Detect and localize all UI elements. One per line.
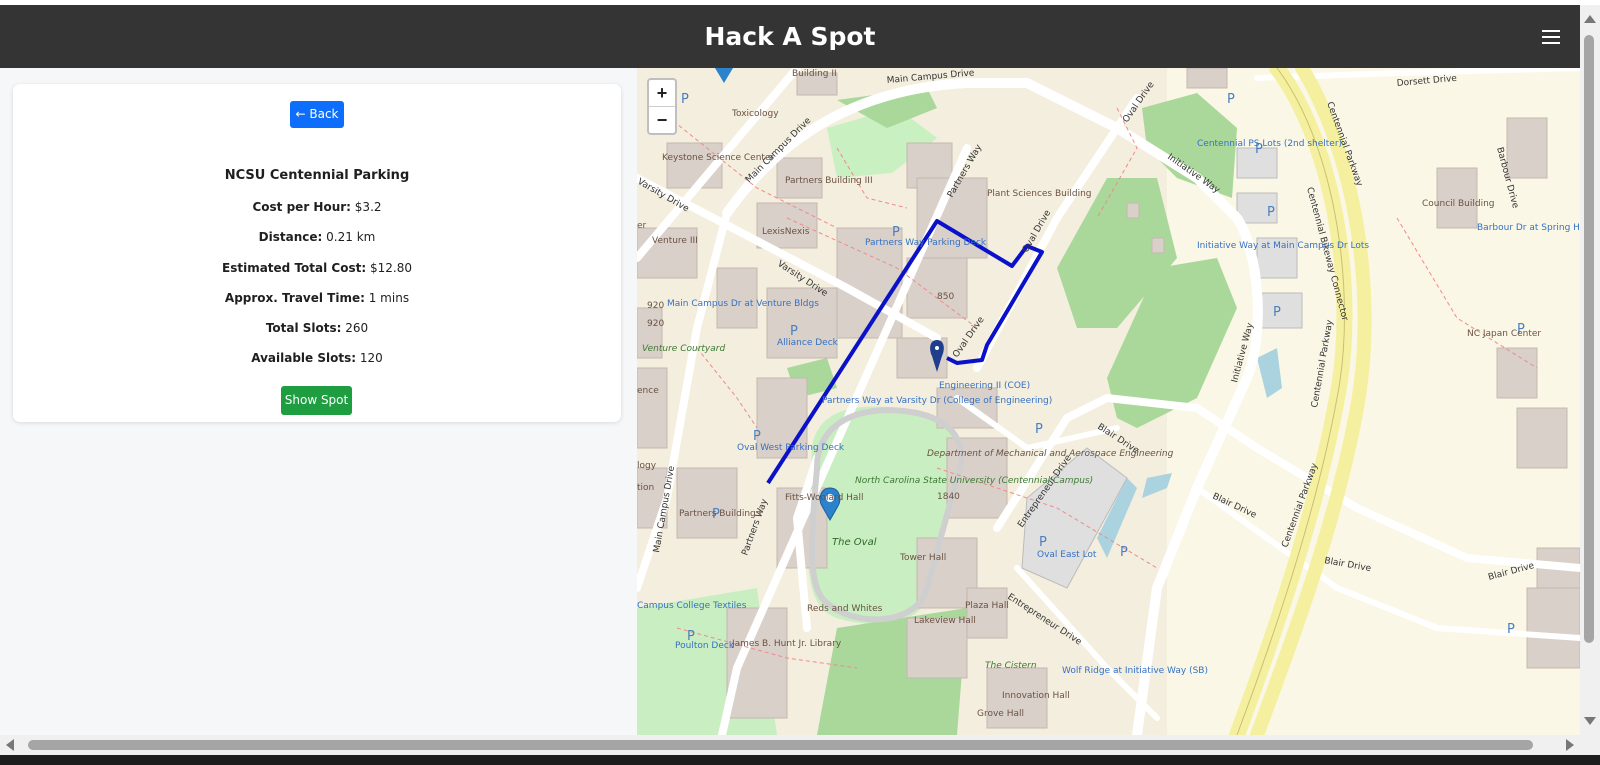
map-label: Partners Way at Varsity Dr (College of E… — [822, 396, 1052, 406]
map-label: Poulton Deck — [675, 641, 735, 651]
parking-details-card: ← Back NCSU Centennial Parking Cost per … — [13, 84, 621, 422]
total-slots-label: Total Slots: — [265, 321, 342, 335]
map-label: James B. Hunt Jr. Library — [731, 639, 842, 649]
distance-label: Distance: — [258, 230, 323, 244]
distance-value: 0.21 km — [326, 230, 376, 244]
map-label: Partners Building I — [679, 509, 761, 519]
map-label: Fitts-Woolard Hall — [785, 493, 863, 503]
horizontal-scrollbar[interactable] — [0, 735, 1580, 755]
horizontal-scroll-thumb[interactable] — [28, 740, 1533, 750]
map-label: Main Campus Dr at Venture Bldgs — [667, 299, 819, 309]
map-label: Keystone Science Center — [662, 153, 774, 163]
scroll-up-arrow-icon[interactable] — [1584, 15, 1596, 23]
map-label: Innovation Hall — [1002, 691, 1070, 701]
back-button[interactable]: ← Back — [290, 101, 344, 128]
map-label: Campus College Textiles — [637, 601, 747, 611]
cost-per-hour-row: Cost per Hour: $3.2 — [13, 200, 621, 214]
map-label: 920 — [647, 319, 664, 329]
map-label: Partners Building III — [785, 176, 873, 186]
details-sidebar: ← Back NCSU Centennial Parking Cost per … — [0, 68, 637, 735]
travel-time-row: Approx. Travel Time: 1 mins — [13, 291, 621, 305]
scrollbar-corner — [1580, 735, 1600, 755]
parking-icon: P — [681, 92, 689, 107]
map-label: Partners Way Parking Deck — [865, 238, 987, 248]
map-label: ence — [637, 386, 659, 396]
map-label: Plaza Hall — [965, 601, 1009, 611]
available-slots-value: 120 — [359, 351, 383, 365]
estimated-total-cost-row: Estimated Total Cost: $12.80 — [13, 261, 621, 275]
map-label: Lakeview Hall — [914, 616, 976, 626]
vertical-scrollbar[interactable] — [1580, 5, 1600, 735]
hamburger-menu-icon[interactable] — [1542, 26, 1560, 46]
map-label: Wolf Ridge at Initiative Way (SB) — [1062, 666, 1208, 676]
parking-icon: P — [753, 429, 761, 444]
vertical-scroll-thumb[interactable] — [1584, 35, 1594, 643]
map-label: Venture Courtyard — [642, 344, 725, 354]
map-label: Department of Mechanical and Aerospace E… — [927, 449, 1174, 459]
parking-icon: P — [1273, 305, 1281, 320]
total-slots-value: 260 — [345, 321, 369, 335]
map-label: Centennial PS Lots (2nd shelter) — [1197, 139, 1342, 149]
estimated-total-cost-value: $12.80 — [369, 261, 412, 275]
show-spot-button[interactable]: Show Spot — [281, 386, 352, 415]
parking-name: NCSU Centennial Parking — [224, 168, 410, 183]
map-label: 920 — [647, 301, 664, 311]
taskbar — [0, 755, 1600, 765]
scroll-down-arrow-icon[interactable] — [1584, 717, 1596, 725]
map-label: Initiative Way at Main Campus Dr Lots — [1197, 241, 1369, 251]
map-label: Toxicology — [731, 109, 779, 119]
map-label: Building II — [792, 69, 837, 79]
map-view[interactable]: P P P P P P P P P P P P P P P P Main Cam… — [637, 68, 1580, 735]
parking-icon: P — [1120, 545, 1128, 560]
total-slots-row: Total Slots: 260 — [13, 321, 621, 335]
zoom-control: + − — [647, 78, 677, 135]
map-label: Council Building — [1422, 199, 1495, 209]
map-label: Barbour Dr at Spring Hill Lot — [1477, 223, 1580, 233]
parking-icon: P — [1039, 535, 1047, 550]
map-label: 1840 — [937, 492, 960, 502]
map-label: Engineering II (COE) — [939, 381, 1030, 391]
map-label: logy — [637, 461, 657, 471]
parking-icon: P — [1267, 205, 1275, 220]
map-label: LexisNexis — [762, 227, 810, 237]
map-label: The Oval — [832, 537, 877, 548]
scroll-left-arrow-icon[interactable] — [6, 739, 14, 751]
parking-icon: P — [1507, 622, 1515, 637]
map-label: Grove Hall — [977, 709, 1024, 719]
travel-time-value: 1 mins — [368, 291, 410, 305]
parking-icon: P — [790, 324, 798, 339]
scroll-right-arrow-icon[interactable] — [1566, 739, 1574, 751]
map-label: The Cistern — [985, 661, 1037, 671]
map-label: Alliance Deck — [777, 338, 839, 348]
map-label: Reds and Whites — [807, 604, 883, 614]
map-label: North Carolina State University (Centenn… — [855, 476, 1093, 486]
map-label: Venture III — [652, 236, 698, 246]
map-label: Oval West Parking Deck — [737, 443, 845, 453]
available-slots-label: Available Slots: — [251, 351, 357, 365]
cost-per-hour-value: $3.2 — [354, 200, 382, 214]
available-slots-row: Available Slots: 120 — [13, 351, 621, 365]
app-title: Hack A Spot — [704, 22, 876, 51]
map-label: 850 — [937, 292, 954, 302]
map-canvas[interactable]: P P P P P P P P P P P P P P P P Main Cam… — [637, 68, 1580, 735]
navbar: Hack A Spot — [0, 5, 1580, 68]
map-label: er — [637, 221, 647, 231]
cost-per-hour-label: Cost per Hour: — [252, 200, 351, 214]
estimated-total-cost-label: Estimated Total Cost: — [222, 261, 367, 275]
map-label: Tower Hall — [899, 553, 946, 563]
zoom-out-button[interactable]: − — [649, 106, 675, 133]
map-label: NC Japan Center — [1467, 329, 1541, 339]
parking-icon: P — [1227, 92, 1235, 107]
zoom-in-button[interactable]: + — [649, 80, 675, 106]
travel-time-label: Approx. Travel Time: — [224, 291, 365, 305]
map-label: Oval East Lot — [1037, 550, 1097, 560]
distance-row: Distance: 0.21 km — [13, 230, 621, 244]
map-label: Plant Sciences Building — [987, 189, 1091, 199]
parking-icon: P — [1035, 422, 1043, 437]
map-label: tion — [637, 483, 654, 493]
